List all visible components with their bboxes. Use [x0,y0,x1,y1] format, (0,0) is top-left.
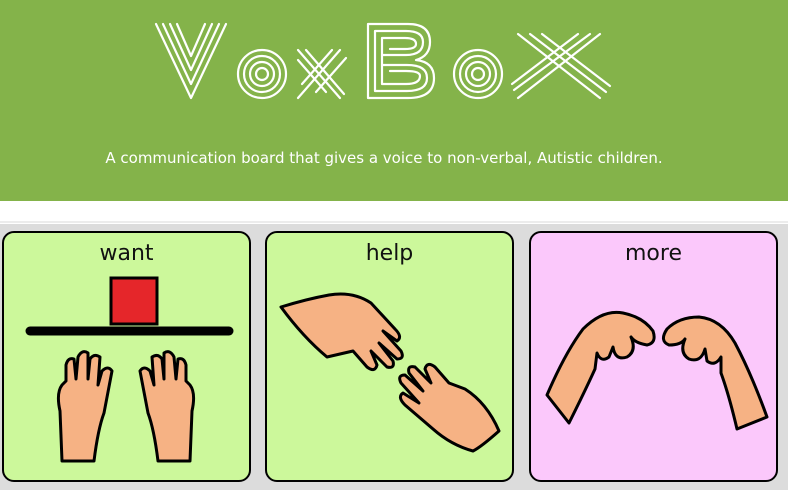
header-divider [0,201,788,223]
voxbox-logo [154,22,612,100]
more-hands-icon [545,310,769,431]
card-help[interactable]: help [265,231,514,482]
tagline: A communication board that gives a voice… [105,149,663,167]
card-want[interactable]: want [2,231,251,482]
communication-board: want help more [0,224,788,490]
want-hands-icon [25,276,234,463]
help-hands-icon [279,292,501,453]
site-header: A communication board that gives a voice… [0,0,788,201]
card-more[interactable]: more [529,231,778,482]
